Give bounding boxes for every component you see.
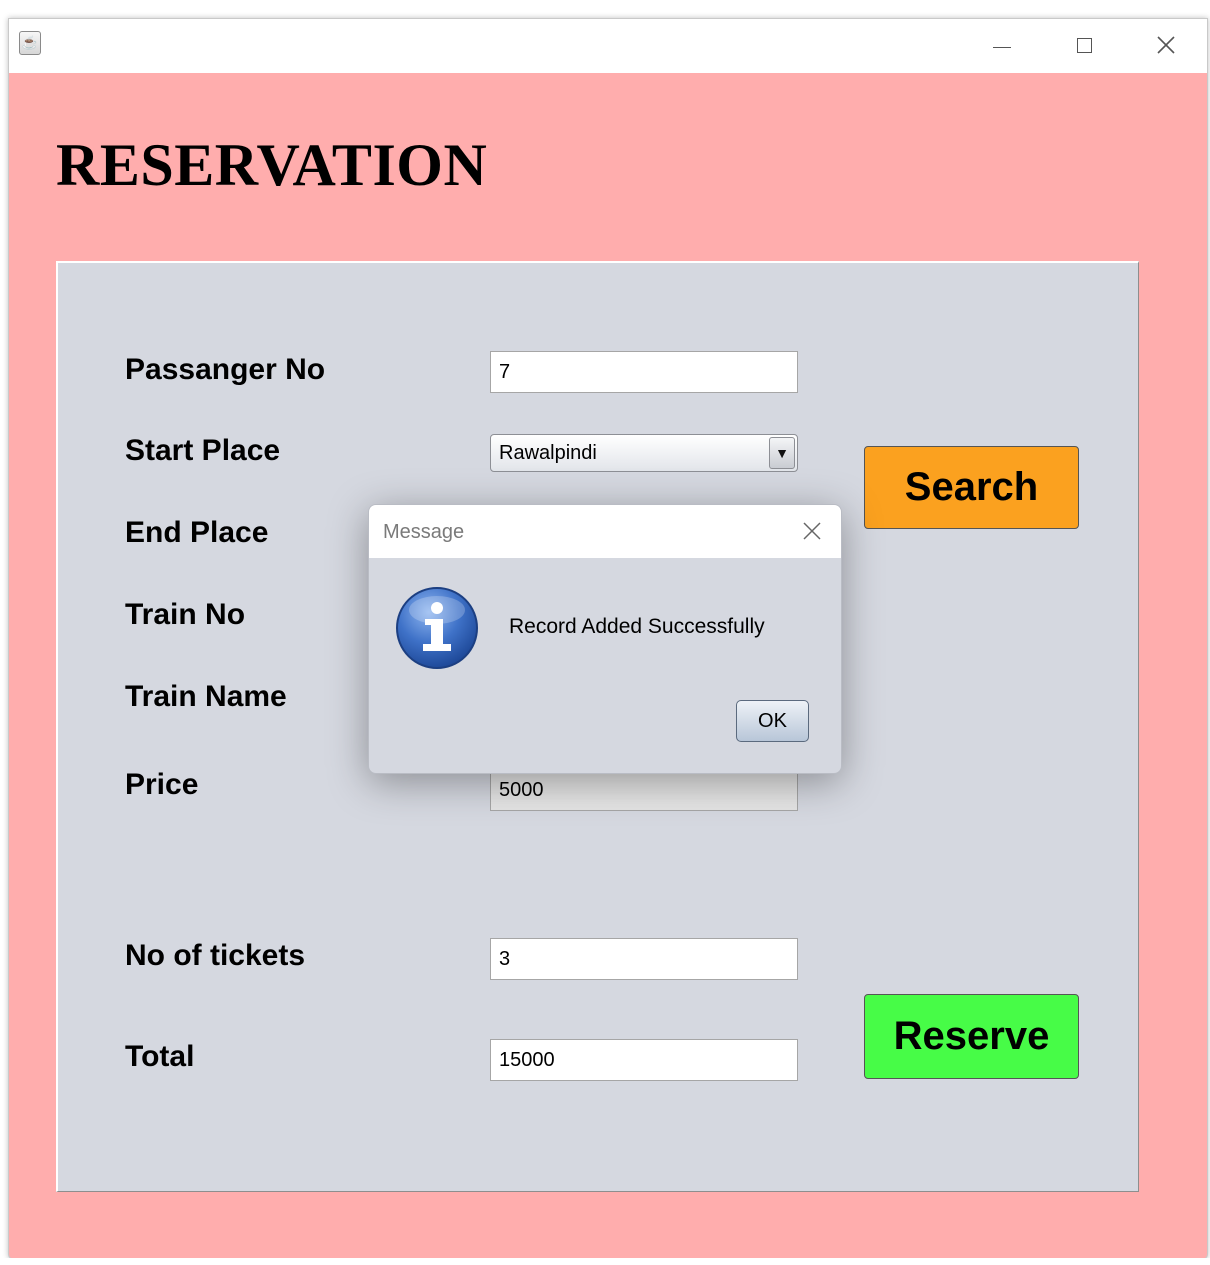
price-field[interactable]: 5000	[490, 769, 798, 811]
message-dialog: Message Record Added Successfully OK	[368, 504, 842, 774]
java-app-icon: ☕	[19, 31, 41, 55]
total-field[interactable]: 15000	[490, 1039, 798, 1081]
close-icon	[803, 522, 821, 540]
start-place-selected-value: Rawalpindi	[499, 442, 597, 464]
close-icon	[1157, 36, 1175, 54]
info-icon	[396, 587, 478, 669]
end-place-label: End Place	[125, 516, 269, 549]
ok-button[interactable]: OK	[736, 700, 809, 742]
close-button[interactable]	[1136, 25, 1196, 65]
tickets-label: No of tickets	[125, 939, 306, 972]
maximize-button[interactable]	[1054, 25, 1114, 65]
dialog-title-bar: Message	[369, 505, 841, 558]
dialog-message: Record Added Successfully	[509, 615, 765, 638]
dropdown-arrow-icon[interactable]: ▼	[769, 437, 795, 469]
minimize-button[interactable]	[972, 25, 1032, 65]
reserve-button[interactable]: Reserve	[864, 994, 1079, 1079]
passenger-no-label: Passanger No	[125, 353, 326, 386]
train-no-label: Train No	[125, 598, 246, 631]
dialog-close-button[interactable]	[794, 513, 830, 549]
desktop-background	[0, 1258, 1210, 1265]
minimize-icon	[993, 46, 1011, 48]
maximize-icon	[1076, 37, 1092, 53]
page-title: RESERVATION	[56, 132, 488, 198]
price-label: Price	[125, 768, 199, 801]
dialog-title: Message	[383, 521, 465, 543]
search-button[interactable]: Search	[864, 446, 1079, 529]
tickets-field[interactable]: 3	[490, 938, 798, 980]
passenger-no-field[interactable]: 7	[490, 351, 798, 393]
title-bar: ☕	[9, 19, 1207, 73]
train-name-label: Train Name	[125, 680, 287, 713]
total-label: Total	[125, 1040, 195, 1073]
start-place-select[interactable]: Rawalpindi ▼	[490, 434, 798, 472]
start-place-label: Start Place	[125, 434, 281, 467]
